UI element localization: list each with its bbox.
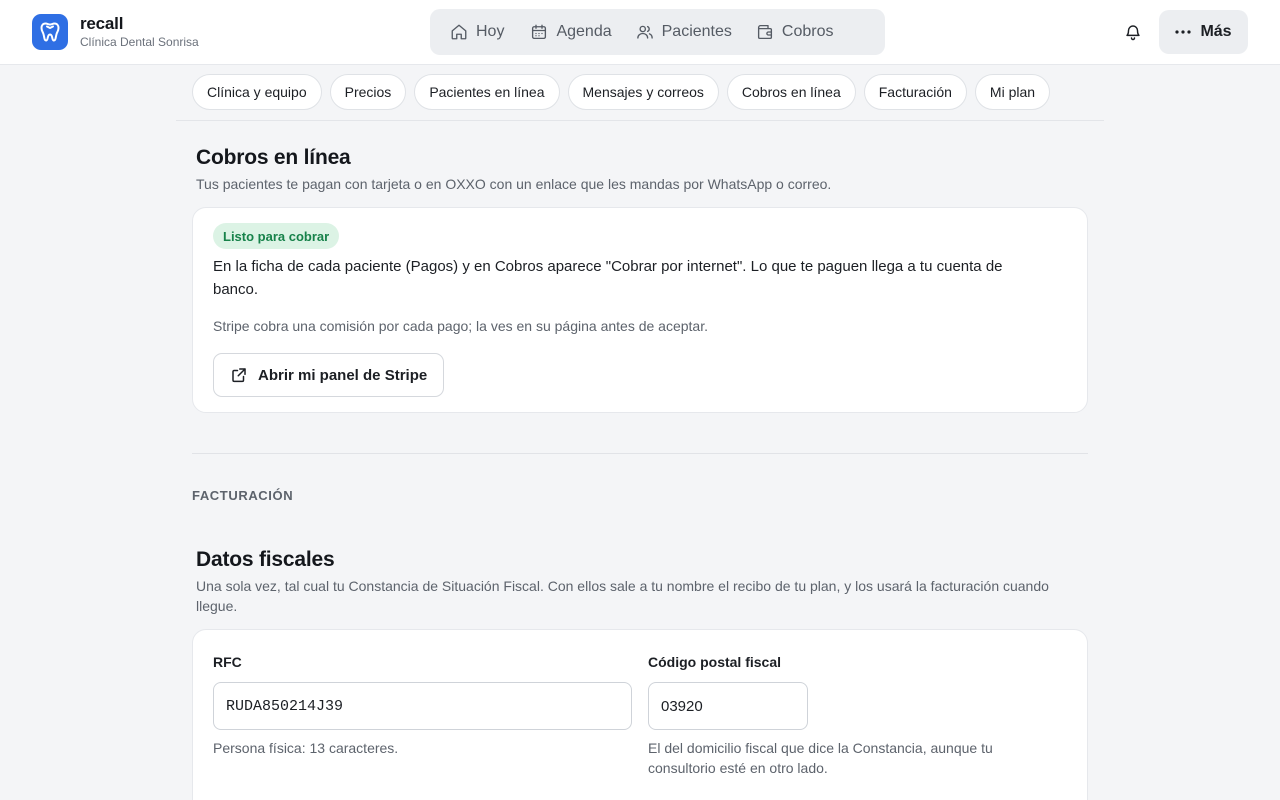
tabs-divider bbox=[176, 120, 1104, 121]
stripe-fee-note: Stripe cobra una comisión por cada pago;… bbox=[213, 318, 708, 334]
tooth-logo-icon bbox=[32, 14, 68, 50]
tab-clinica-y-equipo[interactable]: Clínica y equipo bbox=[192, 74, 322, 110]
section-description-tax-data: Una sola vez, tal cual tu Constancia de … bbox=[196, 578, 1049, 614]
nav-item-label: Cobros bbox=[781, 23, 834, 40]
rfc-input[interactable] bbox=[213, 682, 632, 730]
tab-facturacion[interactable]: Facturación bbox=[863, 74, 967, 110]
home-icon bbox=[451, 24, 467, 40]
nav-item-label: Pacientes bbox=[661, 23, 732, 40]
postal-code-label: Código postal fiscal bbox=[648, 654, 782, 670]
tab-pacientes-en-linea[interactable]: Pacientes en línea bbox=[414, 74, 560, 110]
rfc-help: Persona física: 13 caracteres. bbox=[213, 740, 399, 756]
group-label-billing: FACTURACIÓN bbox=[192, 488, 294, 503]
wallet-icon bbox=[757, 24, 772, 40]
rfc-label: RFC bbox=[213, 654, 242, 670]
section-divider bbox=[192, 453, 1088, 454]
nav-item-agenda[interactable]: Agenda bbox=[518, 14, 623, 50]
section-description-online-payments: Tus pacientes te pagan con tarjeta o en … bbox=[196, 176, 832, 192]
brand-name: recall bbox=[80, 14, 124, 33]
more-button[interactable]: Más bbox=[1159, 10, 1248, 54]
brand[interactable]: recall Clínica Dental Sonrisa bbox=[32, 14, 199, 50]
users-icon bbox=[636, 25, 653, 39]
postal-code-input[interactable] bbox=[648, 682, 808, 730]
tab-mi-plan[interactable]: Mi plan bbox=[974, 74, 1051, 110]
tab-cobros-en-linea[interactable]: Cobros en línea bbox=[726, 74, 856, 110]
notifications-button[interactable] bbox=[1121, 20, 1145, 44]
more-horizontal-icon bbox=[1175, 30, 1192, 34]
nav-item-pacientes[interactable]: Pacientes bbox=[624, 14, 744, 50]
nav-item-cobros[interactable]: Cobros bbox=[744, 14, 846, 50]
section-title-tax-data: Datos fiscales bbox=[196, 548, 335, 571]
nav-item-label: Agenda bbox=[556, 23, 612, 40]
clinic-name: Clínica Dental Sonrisa bbox=[80, 35, 199, 49]
bell-icon bbox=[1126, 25, 1140, 41]
main-nav: Hoy Agenda Pacientes Cobros bbox=[430, 9, 885, 55]
more-label: Más bbox=[1200, 23, 1232, 40]
settings-tabs: Clínica y equipo Precios Pacientes en lí… bbox=[192, 74, 1058, 110]
top-bar: recall Clínica Dental Sonrisa Hoy Agenda… bbox=[0, 0, 1280, 65]
section-title-online-payments: Cobros en línea bbox=[196, 146, 351, 169]
tab-precios[interactable]: Precios bbox=[329, 74, 407, 110]
postal-code-help: El del domicilio fiscal que dice la Cons… bbox=[648, 740, 993, 776]
nav-item-label: Hoy bbox=[476, 23, 505, 40]
open-stripe-dashboard-button[interactable]: Abrir mi panel de Stripe bbox=[213, 353, 444, 397]
nav-item-hoy[interactable]: Hoy bbox=[438, 14, 516, 50]
calendar-icon bbox=[532, 24, 547, 40]
stripe-button-label: Abrir mi panel de Stripe bbox=[258, 366, 428, 384]
external-link-icon bbox=[232, 368, 246, 383]
online-payments-card: Listo para cobrar En la ficha de cada pa… bbox=[192, 207, 1088, 413]
status-badge: Listo para cobrar bbox=[213, 223, 340, 249]
tab-mensajes-y-correos[interactable]: Mensajes y correos bbox=[567, 74, 719, 110]
tax-data-card: RFC Persona física: 13 caracteres. Códig… bbox=[192, 629, 1088, 800]
online-payments-body: En la ficha de cada paciente (Pagos) y e… bbox=[213, 258, 1003, 298]
